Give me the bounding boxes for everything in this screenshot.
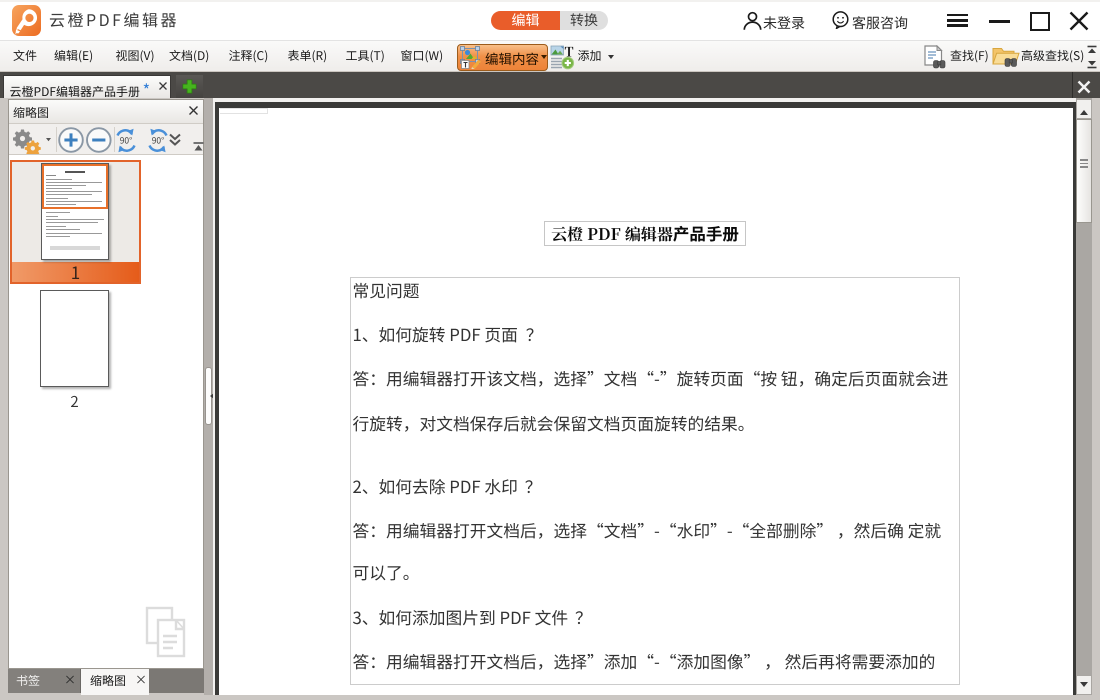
svg-text:90°: 90° bbox=[119, 135, 132, 147]
svg-text:90°: 90° bbox=[151, 135, 164, 147]
